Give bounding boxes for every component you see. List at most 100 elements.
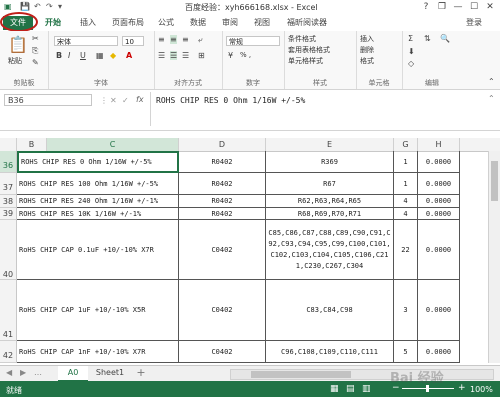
page-layout-view-icon[interactable]: ▤ [346,384,355,394]
format-cells-button[interactable]: 格式 [360,56,374,66]
cell-g41[interactable]: 3 [394,280,418,341]
font-name-select[interactable]: 宋体 [54,36,118,46]
collapse-ribbon-icon[interactable]: ⌃ [488,77,495,86]
zoom-slider-thumb[interactable] [426,385,429,392]
cell-h42[interactable]: 0.0000 [418,341,460,363]
cell-h38[interactable]: 0.0000 [418,195,460,208]
vertical-scrollbar[interactable] [488,151,500,363]
wrap-text-icon[interactable]: ⤶ [198,35,202,45]
paste-button[interactable]: 粘贴 [8,56,22,66]
column-header-g[interactable]: G [394,138,418,151]
autosum-icon[interactable]: Σ [408,34,413,43]
cell-d41[interactable]: C0402 [179,280,266,341]
row-header-40[interactable]: 40 [0,220,17,280]
cell-b39[interactable]: ROHS CHIP RES 10K 1/16W +/-1% [17,208,179,220]
align-right-icon[interactable]: ☰ [182,51,189,60]
tab-insert[interactable]: 插入 [80,17,96,28]
normal-view-icon[interactable]: ▦ [330,384,339,394]
zoom-slider[interactable] [402,385,454,392]
align-center-icon[interactable]: ☰ [170,51,178,60]
customize-toolbar-icon[interactable]: ▾ [58,2,62,11]
font-size-select[interactable]: 10 [122,36,144,46]
currency-icon[interactable]: ¥ [228,51,233,60]
cell-b41[interactable]: RoHS CHIP CAP 1uF +10/-10% X5R [17,280,179,341]
cell-d37[interactable]: R0402 [179,173,266,195]
cut-icon[interactable]: ✂ [32,34,39,43]
cell-h37[interactable]: 0.0000 [418,173,460,195]
restore-ribbon-button[interactable]: ❐ [434,0,450,14]
cell-styles-button[interactable]: 单元格样式 [288,56,323,66]
align-left-icon[interactable]: ☰ [158,51,165,60]
cell-d38[interactable]: R0402 [179,195,266,208]
cell-g37[interactable]: 1 [394,173,418,195]
cell-b40[interactable]: RoHS CHIP CAP 0.1uF +10/-10% X7R [17,220,179,280]
row-header-37[interactable]: 37 [0,173,17,195]
name-box-dropdown-icon[interactable]: ⋮ [100,96,108,105]
percent-comma-buttons[interactable]: % , [240,51,251,59]
name-box[interactable]: B36 [4,94,92,106]
cell-g40[interactable]: 22 [394,220,418,280]
align-bottom-icon[interactable]: ≡ [182,35,189,44]
paste-icon[interactable]: 📋 [8,35,28,54]
cell-b37[interactable]: ROHS CHIP RES 100 Ohm 1/16W +/-5% [17,173,179,195]
tab-review[interactable]: 审阅 [222,17,238,28]
cell-b38[interactable]: ROHS CHIP RES 240 Ohm 1/16W +/-1% [17,195,179,208]
cell-e41[interactable]: C83,C84,C98 [266,280,394,341]
row-header-42[interactable]: 42 [0,341,17,363]
cell-d36[interactable]: R0402 [179,151,266,173]
select-all-corner[interactable] [0,138,17,151]
column-header-d[interactable]: D [179,138,266,151]
redo-icon[interactable]: ↷ [46,2,53,11]
cell-d40[interactable]: C0402 [179,220,266,280]
cell-d42[interactable]: C0402 [179,341,266,363]
undo-icon[interactable]: ↶ [34,2,41,11]
format-as-table-button[interactable]: 套用表格格式 [288,45,330,55]
underline-button[interactable]: U [80,51,86,60]
maximize-button[interactable]: ☐ [466,0,482,14]
font-color-icon[interactable]: A [126,51,132,60]
cell-h41[interactable]: 0.0000 [418,280,460,341]
page-break-view-icon[interactable]: ▥ [362,384,371,394]
cell-g42[interactable]: 5 [394,341,418,363]
cell-b36-selected[interactable]: ROHS CHIP RES 0 Ohm 1/16W +/-5% [17,151,179,173]
border-icon[interactable]: ▦ [96,51,104,60]
save-icon[interactable]: 💾 [20,2,30,11]
tab-page-layout[interactable]: 页面布局 [112,17,144,28]
cell-b42[interactable]: RoHS CHIP CAP 1nF +10/-10% X7R [17,341,179,363]
expand-formula-icon[interactable]: ⌃ [488,94,495,103]
find-select-icon[interactable]: 🔍 [440,34,450,43]
cell-g38[interactable]: 4 [394,195,418,208]
tab-home[interactable]: 开始 [45,17,61,28]
tab-data[interactable]: 数据 [190,17,206,28]
clear-icon[interactable]: ◇ [408,59,414,68]
delete-cells-button[interactable]: 删除 [360,45,374,55]
sheet-tab-sheet1[interactable]: Sheet1 [90,366,130,380]
cell-e37[interactable]: R67 [266,173,394,195]
column-header-b[interactable]: B [17,138,47,151]
vertical-scrollbar-thumb[interactable] [491,161,498,201]
merge-center-icon[interactable]: ⊞ [198,51,205,60]
cell-e42[interactable]: C96,C108,C109,C110,C111 [266,341,394,363]
more-sheets-icon[interactable]: … [34,368,42,377]
tab-foxit-reader[interactable]: 福昕阅读器 [287,17,327,28]
cell-d39[interactable]: R0402 [179,208,266,220]
prev-sheet-icon[interactable]: ◀ [6,368,12,377]
column-header-e[interactable]: E [266,138,394,151]
bold-button[interactable]: B [56,51,62,60]
sort-filter-icon[interactable]: ⇅ [424,34,431,43]
close-button[interactable]: ✕ [482,0,498,14]
cell-e39[interactable]: R68,R69,R70,R71 [266,208,394,220]
horizontal-scrollbar-thumb[interactable] [251,371,351,378]
row-header-39[interactable]: 39 [0,208,17,220]
conditional-format-button[interactable]: 条件格式 [288,34,316,44]
confirm-entry-icon[interactable]: ✓ [122,96,129,105]
cancel-entry-icon[interactable]: ✕ [110,96,117,105]
tab-view[interactable]: 视图 [254,17,270,28]
align-top-icon[interactable]: ≡ [158,35,165,44]
help-button[interactable]: ? [418,0,434,14]
insert-function-button[interactable]: fx [136,95,144,104]
tab-formulas[interactable]: 公式 [158,17,174,28]
cell-e38[interactable]: R62,R63,R64,R65 [266,195,394,208]
cell-h36[interactable]: 0.0000 [418,151,460,173]
italic-button[interactable]: I [68,51,70,60]
